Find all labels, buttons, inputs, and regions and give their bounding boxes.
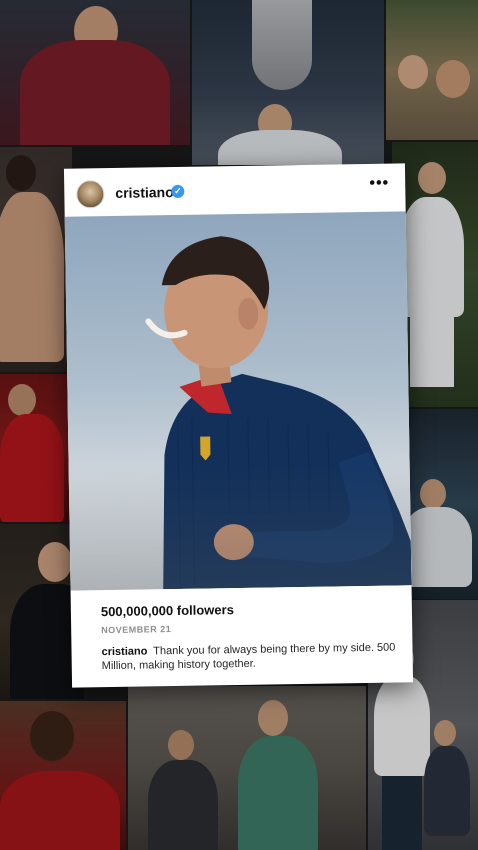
caption-username[interactable]: cristiano [101, 645, 147, 658]
verified-check-icon: ✓ [171, 184, 185, 199]
post-date: NOVEMBER 21 [101, 624, 172, 636]
instagram-post-card: cristiano ✓ ••• 500,000,000 followers NO… [63, 163, 414, 688]
more-options-icon[interactable]: ••• [369, 175, 389, 192]
post-username[interactable]: cristiano [115, 184, 174, 201]
followers-count: 500,000,000 followers [100, 602, 234, 620]
post-caption: cristiano Thank you for always being the… [101, 640, 401, 673]
post-caption-area: 500,000,000 followers NOVEMBER 21 cristi… [71, 585, 413, 687]
post-header: cristiano ✓ ••• [64, 163, 406, 216]
avatar[interactable] [76, 180, 105, 209]
post-photo[interactable] [64, 211, 412, 591]
